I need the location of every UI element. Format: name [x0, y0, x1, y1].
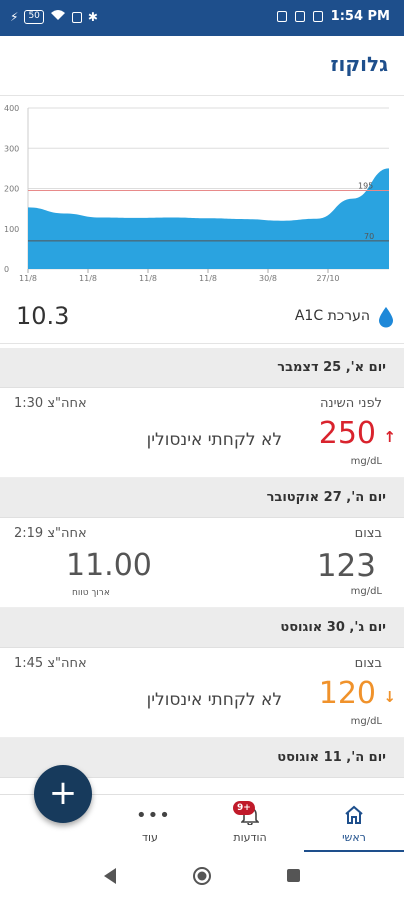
insulin-label: ארוך טווח — [72, 588, 110, 598]
x-tick-label: 11/8 — [19, 274, 37, 283]
x-tick-label: 11/8 — [199, 274, 217, 283]
y-tick-label: 400 — [4, 104, 19, 113]
home-icon — [345, 805, 363, 824]
app-header: גלוקוז — [0, 36, 404, 96]
page-title: גלוקוז — [330, 52, 389, 76]
wifi-icon — [50, 8, 66, 26]
status-bar: ⚡ 50 ✱ 1:54 PM — [0, 0, 404, 36]
entry-type: בצום — [354, 656, 382, 671]
x-tick-label: 27/10 — [316, 274, 339, 283]
drop-icon — [379, 307, 393, 328]
list-item[interactable]: 1:45 אחה"צ בצום לא לקחתי אינסולין 120 ↓ … — [0, 648, 404, 738]
day-header: יום ה', 27 אוקטובר — [0, 478, 404, 518]
y-tick-label: 0 — [4, 265, 9, 274]
unit-label: mg/dL — [350, 586, 382, 597]
unit-label: mg/dL — [350, 456, 382, 467]
home-circle-icon[interactable] — [192, 866, 212, 886]
entry-type: בצום — [354, 526, 382, 541]
low-target-label: 70 — [364, 232, 374, 241]
glucose-value: 123 — [316, 548, 376, 584]
entry-note: לא לקחתי אינסולין — [146, 430, 282, 450]
sim-icon — [71, 11, 82, 23]
y-tick-label: 100 — [4, 225, 19, 234]
entry-note: לא לקחתי אינסולין — [146, 690, 282, 710]
a1c-label: הערכת A1C — [294, 308, 370, 324]
nav-notifications-label: הודעות — [233, 831, 267, 844]
entry-time: 1:30 אחה"צ — [14, 396, 87, 411]
bluetooth-icon: ✱ — [87, 10, 98, 24]
a1c-row: 10.3 הערכת A1C — [0, 292, 404, 344]
nav-home-label: ראשי — [342, 831, 366, 844]
x-tick-label: 11/8 — [79, 274, 97, 283]
entry-time: 2:19 אחה"צ — [14, 526, 87, 541]
list-item[interactable]: 2:19 אחה"צ בצום 11.00 ארוך טווח 123 mg/d… — [0, 518, 404, 608]
arrow-up-icon: ↑ — [383, 428, 396, 446]
y-tick-label: 300 — [4, 144, 19, 153]
battery-icon: 50 — [24, 10, 44, 24]
insulin-value: 11.00 — [66, 548, 152, 583]
list-item[interactable]: 1:30 אחה"צ לפני השינה לא לקחתי אינסולין … — [0, 388, 404, 478]
notification-icon — [276, 11, 287, 22]
nav-home[interactable]: ראשי — [304, 795, 404, 853]
a1c-value: 10.3 — [16, 302, 70, 330]
clock: 1:54 PM — [330, 9, 390, 24]
readings-list[interactable]: יום א', 25 דצמבר 1:30 אחה"צ לפני השינה ל… — [0, 348, 404, 794]
nav-more-label: עוד — [142, 831, 158, 844]
day-header: יום א', 25 דצמבר — [0, 348, 404, 388]
add-reading-button[interactable]: + — [34, 765, 92, 823]
high-target-label: 195 — [358, 182, 373, 191]
nav-more[interactable]: ••• עוד — [100, 795, 200, 853]
y-tick-label: 200 — [4, 185, 19, 194]
x-tick-label: 11/8 — [139, 274, 157, 283]
glucose-chart[interactable]: 400 300 200 100 0 195 70 11/8 11/8 11/8 11/8 30/8 27… — [0, 96, 404, 292]
entry-time: 1:45 אחה"צ — [14, 656, 87, 671]
back-icon[interactable] — [102, 867, 118, 885]
more-icon: ••• — [136, 805, 171, 826]
day-header: יום ג', 30 אוגוסט — [0, 608, 404, 648]
notification-icon-2 — [294, 11, 305, 22]
system-nav-bar — [0, 852, 404, 900]
glucose-value: 250 — [318, 416, 376, 451]
unit-label: mg/dL — [350, 716, 382, 727]
recents-icon[interactable] — [286, 868, 301, 883]
flash-icon: ⚡ — [10, 10, 19, 24]
arrow-down-icon: ↓ — [383, 688, 396, 706]
x-tick-label: 30/8 — [259, 274, 277, 283]
glucose-area — [28, 168, 389, 269]
notification-icon-3 — [312, 11, 323, 22]
glucose-value: 120 — [318, 676, 376, 711]
nav-notifications[interactable]: 9+ הודעות — [200, 795, 300, 853]
entry-type: לפני השינה — [319, 396, 382, 411]
notifications-badge: 9+ — [233, 801, 255, 815]
